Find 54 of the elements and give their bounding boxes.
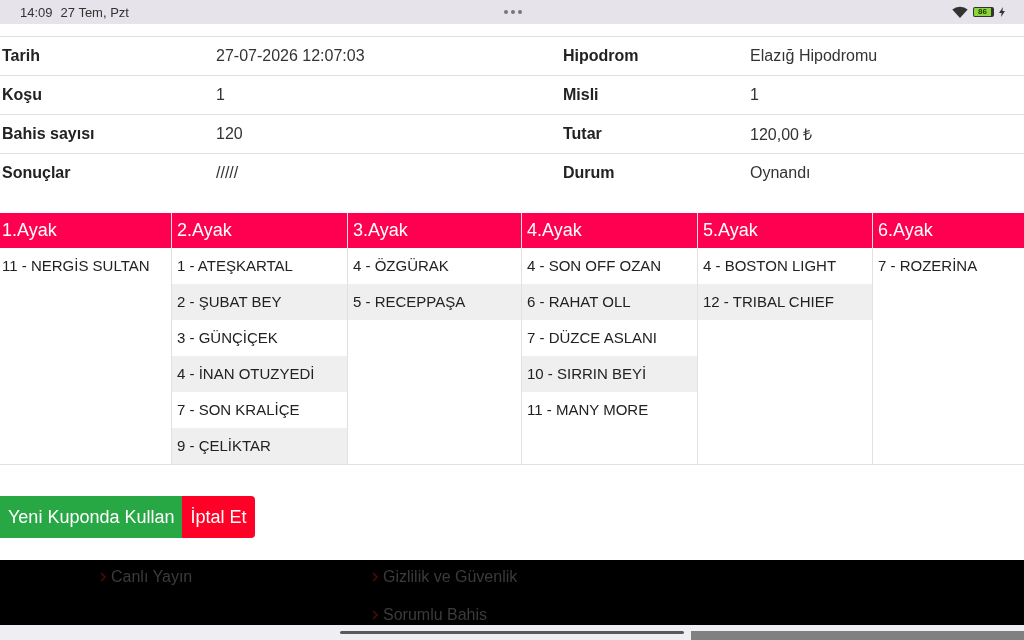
- detail-value: 27-07-2026 12:07:03: [216, 47, 366, 65]
- cancel-button[interactable]: İptal Et: [182, 496, 255, 538]
- detail-label: Tarih: [1, 47, 41, 65]
- chevron-icon: [372, 609, 378, 620]
- detail-value: 1: [216, 86, 226, 104]
- more-dots-icon: [503, 10, 522, 14]
- horse-entry: 7 - DÜZCE ASLANI: [526, 328, 659, 348]
- horse-entry: 11 - MANY MORE: [526, 400, 650, 420]
- horse-entry: 5 - RECEPPAŞA: [348, 284, 521, 320]
- detail-value: 1: [750, 86, 760, 104]
- horse-entry: 12 - TRIBAL CHIEF: [698, 284, 872, 320]
- horse-entry: 4 - İNAN OTUZYEDİ: [172, 356, 347, 392]
- chevron-icon: [372, 571, 378, 582]
- horse-entry: 11 - NERGİS SULTAN: [1, 256, 151, 276]
- horse-entry: 7 - SON KRALİÇE: [176, 400, 301, 420]
- horse-entry: 1 - ATEŞKARTAL: [176, 256, 294, 276]
- detail-value: 120: [216, 125, 244, 143]
- battery-indicator: 86: [973, 7, 994, 17]
- detail-label: Tutar: [563, 125, 603, 143]
- detail-label: Sonuçlar: [1, 164, 72, 182]
- detail-value: 120,00 ₺: [750, 125, 814, 145]
- leg-header: 2.Ayak: [172, 213, 347, 248]
- leg-header: 3.Ayak: [348, 213, 521, 248]
- leg-header: 5.Ayak: [698, 213, 872, 248]
- footer-link[interactable]: Canlı Yayın: [100, 567, 193, 586]
- wifi-icon: [952, 6, 969, 18]
- detail-label: Bahis sayısı: [1, 125, 96, 143]
- status-time: 14:09: [20, 4, 53, 20]
- horse-entry: 7 - ROZERİNA: [877, 256, 979, 276]
- detail-value: Elazığ Hipodromu: [750, 47, 879, 65]
- horse-entry: 9 - ÇELİKTAR: [172, 428, 347, 464]
- horse-entry: 6 - RAHAT OLL: [522, 284, 697, 320]
- detail-label: Misli: [563, 86, 600, 104]
- horse-entry: 10 - SIRRIN BEYİ: [522, 356, 697, 392]
- chevron-icon: [100, 571, 106, 582]
- detail-value: /////: [216, 164, 240, 182]
- footer-link[interactable]: Gizlilik ve Güvenlik: [372, 567, 518, 586]
- horse-entry: 4 - BOSTON LIGHT: [702, 256, 838, 276]
- footer-link[interactable]: Sorumlu Bahis: [372, 605, 488, 624]
- horse-entry: 4 - SON OFF OZAN: [526, 256, 663, 276]
- horse-entry: 4 - ÖZGÜRAK: [352, 256, 450, 276]
- horse-entry: 2 - ŞUBAT BEY: [172, 284, 347, 320]
- leg-header: 6.Ayak: [873, 213, 1024, 248]
- horse-entry: 3 - GÜNÇİÇEK: [176, 328, 279, 348]
- detail-label: Koşu: [1, 86, 43, 104]
- charging-icon: [999, 7, 1005, 17]
- detail-label: Hipodrom: [563, 47, 640, 65]
- use-coupon-button[interactable]: Yeni Kuponda Kullan: [0, 496, 183, 538]
- leg-header: 1.Ayak: [0, 213, 171, 248]
- leg-header: 4.Ayak: [522, 213, 697, 248]
- status-date: 27 Tem, Pzt: [60, 4, 129, 20]
- detail-value: Oynandı: [750, 164, 812, 182]
- gesture-handle[interactable]: [340, 631, 684, 634]
- detail-label: Durum: [563, 164, 616, 182]
